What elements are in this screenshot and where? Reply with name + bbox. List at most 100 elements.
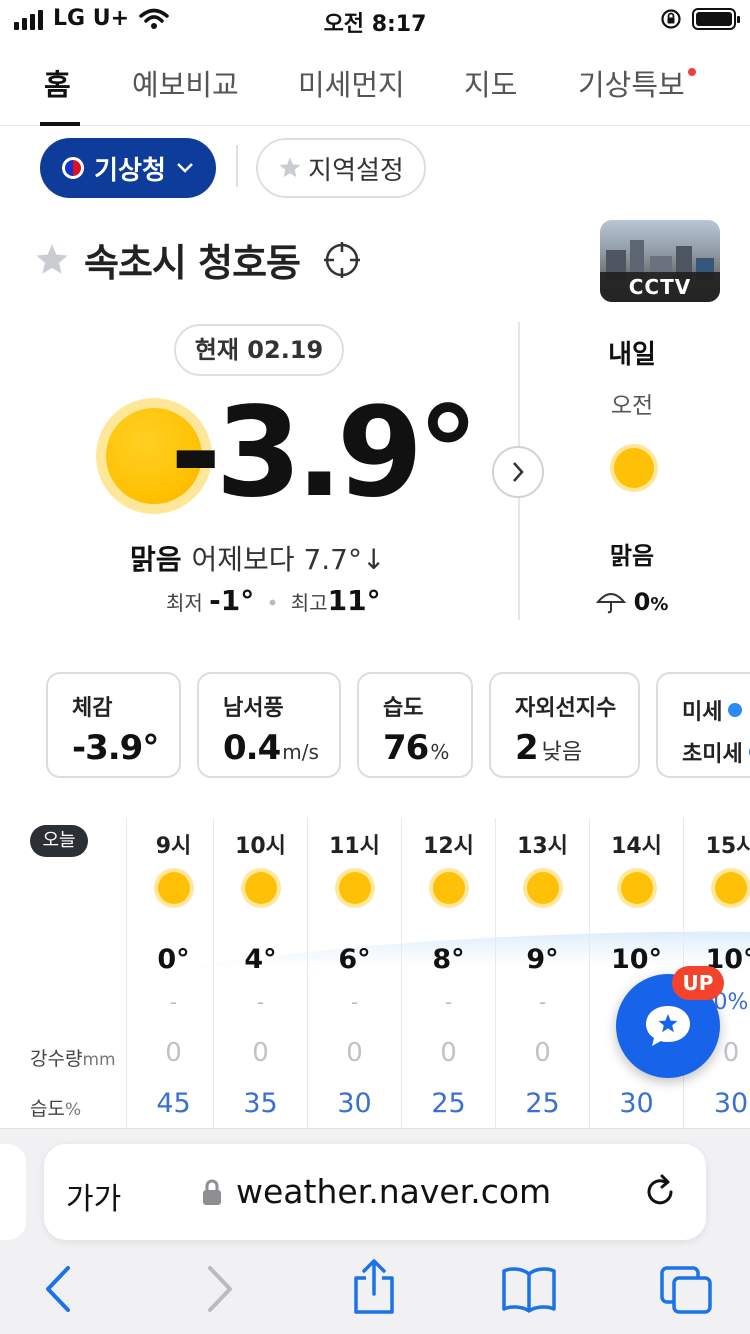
card-label: 자외선지수 (515, 696, 617, 721)
min-max-temps: 최저 -1° • 최고11° (166, 584, 381, 617)
tab-home[interactable]: 홈 (44, 62, 71, 104)
reload-icon[interactable] (640, 1172, 680, 1212)
hour-label: 9시 (155, 834, 192, 859)
humidity-value: 35 (243, 1088, 278, 1119)
main-tabs: 홈 예보비교 미세먼지 지도 기상특보 (0, 48, 750, 126)
korea-flag-icon (62, 157, 85, 179)
rain-amount: 0 (534, 1038, 551, 1068)
umbrella-icon (595, 593, 626, 614)
divider (236, 145, 238, 187)
url-text[interactable]: weather.naver.com (236, 1172, 551, 1211)
reader-text-size-button[interactable]: 가가 (66, 1174, 121, 1218)
share-icon[interactable] (350, 1258, 398, 1316)
humidity-value: 30 (619, 1088, 654, 1119)
sunny-icon (617, 868, 657, 908)
region-settings-label: 지역설정 (308, 155, 404, 186)
current-location-icon[interactable] (322, 240, 362, 280)
precip-chance: - (444, 990, 453, 1014)
back-icon[interactable] (40, 1264, 76, 1314)
card-value: 76 (383, 728, 429, 768)
current-condition: 맑음 (130, 543, 182, 576)
lock-icon (203, 1179, 221, 1205)
hour-temp: 6° (338, 944, 371, 975)
card-sub: 낮음 (541, 740, 583, 765)
previous-tab-preview[interactable] (0, 1144, 26, 1240)
card-unit: m/s (282, 740, 319, 764)
sunny-icon (335, 868, 375, 908)
new-alert-dot (688, 68, 696, 76)
sunny-icon (711, 868, 750, 908)
card-value: 0.4 (223, 728, 281, 768)
card-label: 남서풍 (223, 696, 284, 721)
bookmarks-icon[interactable] (500, 1264, 558, 1314)
tab-forecast-compare[interactable]: 예보비교 (132, 62, 239, 104)
min-temp: -1° (209, 584, 255, 617)
hourly-column: 9시 0° - 0 45 (126, 818, 220, 1128)
humidity-value: 45 (156, 1088, 191, 1119)
uv-index-card[interactable]: 자외선지수 2 낮음 (489, 672, 640, 778)
tomorrow-period: 오전 (610, 393, 654, 419)
card-label: 미세 (682, 700, 723, 725)
forward-icon[interactable] (202, 1264, 238, 1314)
hour-label: 10시 (235, 834, 286, 859)
favorite-star-icon[interactable] (34, 242, 70, 278)
card-value: 2 (515, 728, 539, 768)
tabs-icon[interactable] (658, 1264, 714, 1316)
hour-label: 13시 (517, 834, 568, 859)
source-selector-button[interactable]: 기상청 (40, 138, 216, 198)
current-condition-line: 맑음 어제보다 7.7°↓ (130, 538, 385, 578)
card-value: -3.9° (72, 728, 159, 768)
chat-star-icon (646, 1006, 690, 1046)
current-date-pill: 현재 02.19 (174, 324, 344, 376)
next-forecast-button[interactable] (492, 446, 544, 498)
rain-amount: 0 (252, 1038, 269, 1068)
tab-map[interactable]: 지도 (464, 62, 517, 104)
tab-fine-dust[interactable]: 미세먼지 (298, 62, 405, 104)
rain-amount: 0 (346, 1038, 363, 1068)
tomorrow-title: 내일 (608, 340, 656, 370)
sunny-icon (523, 868, 563, 908)
humidity-card[interactable]: 습도 76% (357, 672, 473, 778)
precip-chance: - (538, 990, 547, 1014)
tomorrow-rain-chance: 0% (560, 588, 704, 616)
tomorrow-condition: 맑음 (609, 542, 655, 570)
feels-like-card[interactable]: 체감 -3.9° (46, 672, 181, 778)
hourly-column: 10시 4° - 0 35 (213, 818, 307, 1128)
location-title[interactable]: 속초시 청호동 (84, 232, 301, 287)
source-label: 기상청 (94, 155, 166, 186)
hour-label: 15시 (705, 834, 750, 859)
hourly-column: 12시 8° - 0 25 (401, 818, 495, 1128)
rain-row-label: 강수량mm (30, 1048, 116, 1070)
wind-card[interactable]: 남서풍 0.4 m/s (197, 672, 341, 778)
max-temp: 11° (327, 584, 381, 617)
humidity-value: 25 (431, 1088, 466, 1119)
battery-icon (692, 8, 740, 30)
precip-chance: - (169, 990, 178, 1014)
orientation-lock-icon (661, 9, 681, 29)
rain-amount: 0 (165, 1038, 182, 1068)
hour-label: 14시 (611, 834, 662, 859)
up-badge: UP (672, 966, 724, 1000)
tab-weather-alerts[interactable]: 기상특보 (578, 62, 685, 104)
hour-temp: 4° (244, 944, 277, 975)
region-settings-button[interactable]: 지역설정 (256, 138, 426, 198)
precip-chance: - (350, 990, 359, 1014)
sunny-icon (241, 868, 281, 908)
hourly-column: 13시 9° - 0 25 (495, 818, 589, 1128)
hour-temp: 0° (157, 944, 190, 975)
dust-card[interactable]: 미세 초미세 (656, 672, 750, 778)
humidity-value: 30 (337, 1088, 372, 1119)
status-bar: LG U+ 오전 8:17 (0, 0, 750, 40)
hour-label: 12시 (423, 834, 474, 859)
chevron-down-icon (176, 163, 193, 173)
dust-status-dot (728, 703, 743, 717)
humidity-value: 30 (713, 1088, 749, 1119)
today-badge: 오늘 (30, 825, 88, 857)
hourly-column: 11시 6° - 0 30 (307, 818, 401, 1128)
cctv-thumbnail[interactable]: CCTV (600, 220, 720, 302)
card-unit: % (430, 740, 450, 764)
humidity-row-label: 습도% (30, 1098, 82, 1120)
active-tab-indicator (40, 122, 80, 126)
hour-label: 11시 (329, 834, 380, 859)
rain-amount: 0 (440, 1038, 457, 1068)
